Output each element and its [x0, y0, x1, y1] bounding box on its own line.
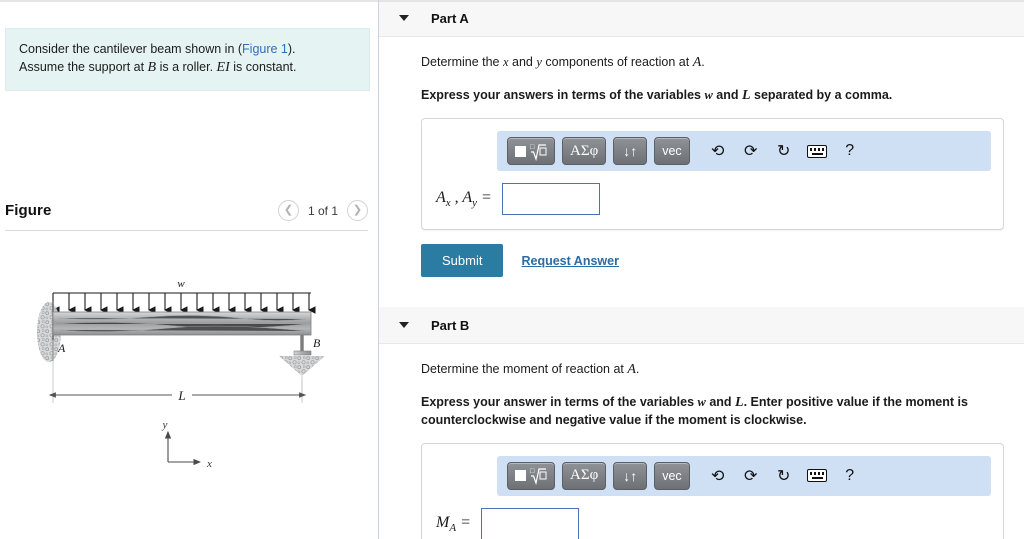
- problem-text-3: Assume the support at: [19, 60, 148, 75]
- part-b-math-toolbar: □ ΑΣφ ↓↑ vec ⟲ ⟳ ↻ ?: [497, 455, 991, 496]
- caret-down-icon[interactable]: [399, 15, 409, 21]
- span-label-L: L: [177, 388, 185, 403]
- part-a-answer-row: Ax , Ay =: [422, 171, 1003, 229]
- var-ei: EI: [216, 60, 230, 76]
- math-template-button[interactable]: □: [507, 137, 555, 166]
- part-b-answer-card: □ ΑΣφ ↓↑ vec ⟲ ⟳ ↻ ? MA =: [421, 442, 1004, 539]
- part-b-body: Determine the moment of reaction at A. E…: [379, 344, 1024, 539]
- part-a-instruction: Express your answers in terms of the var…: [421, 87, 893, 103]
- help-icon[interactable]: ?: [837, 142, 863, 160]
- part-a-section: Part A Determine the x and y components …: [379, 0, 1024, 278]
- arrow-updown-button[interactable]: ↓↑: [613, 461, 648, 490]
- redo-icon[interactable]: ⟳: [738, 141, 764, 161]
- filled-square-icon: [515, 145, 526, 157]
- part-a-body: Determine the x and y components of reac…: [379, 37, 1024, 278]
- undo-icon[interactable]: ⟲: [705, 466, 731, 486]
- figure-1-link[interactable]: Figure 1: [242, 42, 288, 56]
- keyboard-icon[interactable]: [804, 144, 830, 158]
- axis-y-label: y: [162, 419, 168, 431]
- part-a-actions: Submit Request Answer: [421, 244, 1004, 278]
- greek-symbols-button[interactable]: ΑΣφ: [562, 137, 607, 166]
- part-a-request-answer-link[interactable]: Request Answer: [521, 254, 618, 268]
- var-a: A: [627, 362, 636, 378]
- keyboard-icon[interactable]: [804, 469, 830, 483]
- help-icon[interactable]: ?: [837, 467, 863, 485]
- part-b-instruction: Express your answer in terms of the vari…: [421, 394, 968, 428]
- part-a-header[interactable]: Part A: [379, 0, 1024, 37]
- var-w: w: [704, 87, 713, 102]
- problem-text-5: is constant.: [229, 60, 297, 75]
- vector-button[interactable]: vec: [654, 461, 690, 490]
- page-root: Consider the cantilever beam shown in (F…: [0, 0, 1024, 539]
- part-b-answer-input[interactable]: [480, 507, 579, 539]
- part-a-answer-card: □ ΑΣφ ↓↑ vec ⟲ ⟳ ↻ ? Ax , Ay =: [421, 118, 1004, 231]
- greek-symbols-button[interactable]: ΑΣφ: [562, 461, 607, 490]
- part-a-submit-button[interactable]: Submit: [421, 244, 504, 278]
- left-panel: Consider the cantilever beam shown in (F…: [0, 0, 379, 539]
- nth-root-icon: □: [530, 467, 547, 486]
- figure-title: Figure: [5, 202, 52, 219]
- caret-down-icon[interactable]: [399, 322, 409, 329]
- beam-figure: w A B L y x: [37, 278, 325, 470]
- problem-text-1: Consider the cantilever beam shown in (: [19, 42, 243, 56]
- figure-navigation: ❮ 1 of 1 ❯: [277, 200, 368, 221]
- next-figure-button[interactable]: ❯: [347, 200, 368, 221]
- var-l: L: [741, 87, 751, 103]
- problem-text-2: ).: [287, 42, 296, 56]
- math-template-button[interactable]: □: [507, 461, 555, 490]
- top-divider: [0, 0, 378, 2]
- problem-text-4: is a roller.: [156, 60, 217, 75]
- part-b-answer-row: MA =: [422, 496, 1003, 539]
- svg-text:□: □: [530, 467, 535, 475]
- vector-button[interactable]: vec: [654, 137, 690, 166]
- prev-figure-button[interactable]: ❮: [277, 200, 299, 221]
- part-b-label: Part B: [431, 317, 470, 333]
- arrow-updown-button[interactable]: ↓↑: [613, 137, 648, 166]
- filled-square-icon: [515, 470, 526, 482]
- load-label-w: w: [177, 278, 185, 290]
- part-a-question: Determine the x and y components of reac…: [421, 55, 705, 70]
- part-b-header[interactable]: Part B: [379, 307, 1024, 345]
- reset-icon[interactable]: ↻: [771, 466, 797, 486]
- undo-icon[interactable]: ⟲: [705, 141, 731, 161]
- nth-root-icon: □: [530, 143, 547, 161]
- redo-icon[interactable]: ⟳: [738, 466, 764, 486]
- problem-statement: Consider the cantilever beam shown in (F…: [5, 28, 370, 92]
- support-b-label: B: [313, 336, 321, 350]
- support-a-label: A: [57, 341, 66, 355]
- part-a-math-toolbar: □ ΑΣφ ↓↑ vec ⟲ ⟳ ↻ ?: [497, 131, 991, 172]
- var-a: A: [692, 55, 702, 70]
- figure-page-indicator: 1 of 1: [307, 203, 338, 218]
- part-a-answer-input[interactable]: [501, 183, 600, 216]
- var-l: L: [735, 394, 744, 410]
- part-b-section: Part B Determine the moment of reaction …: [379, 307, 1024, 539]
- part-b-answer-label: MA =: [436, 513, 471, 534]
- part-a-label: Part A: [431, 10, 469, 26]
- var-b: B: [147, 60, 157, 76]
- right-top-divider: [379, 0, 1024, 2]
- axis-x-label: x: [206, 458, 212, 470]
- reset-icon[interactable]: ↻: [771, 141, 797, 161]
- right-panel: Part A Determine the x and y components …: [379, 0, 1024, 539]
- var-w: w: [697, 394, 706, 409]
- part-b-question: Determine the moment of reaction at A.: [421, 362, 640, 378]
- figure-header: Figure ❮ 1 of 1 ❯: [5, 200, 368, 231]
- part-a-answer-label: Ax , Ay =: [436, 189, 492, 210]
- svg-text:□: □: [530, 143, 535, 151]
